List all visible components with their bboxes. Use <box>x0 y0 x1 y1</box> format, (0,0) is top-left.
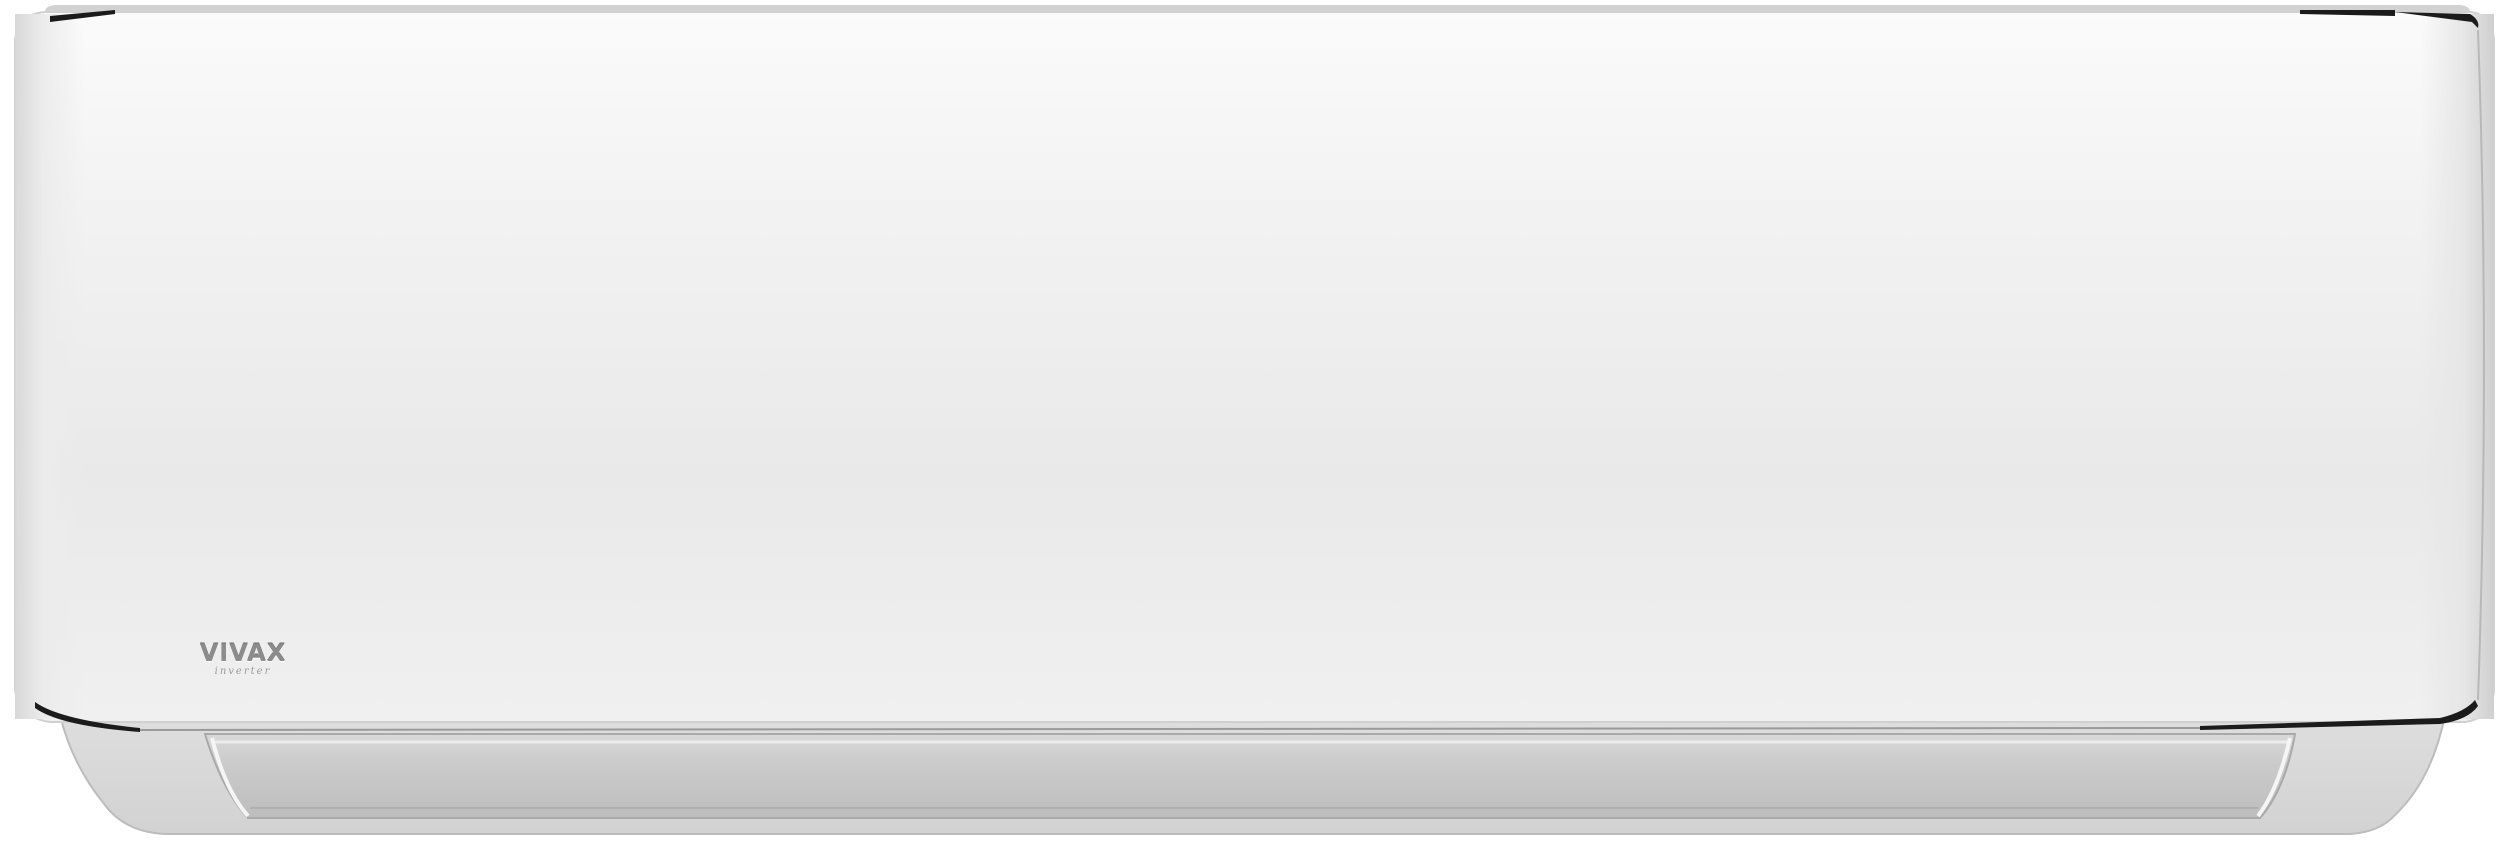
brand-name: VIVAX <box>199 639 287 667</box>
air-louver <box>203 733 2297 819</box>
brand-logo: VIVAX inverter <box>196 640 290 682</box>
front-panel <box>14 11 2495 723</box>
product-photo: VIVAX inverter <box>0 0 2500 841</box>
air-conditioner-unit <box>14 5 2495 835</box>
brand-subtitle: inverter <box>214 666 272 677</box>
top-trim <box>45 5 2470 12</box>
